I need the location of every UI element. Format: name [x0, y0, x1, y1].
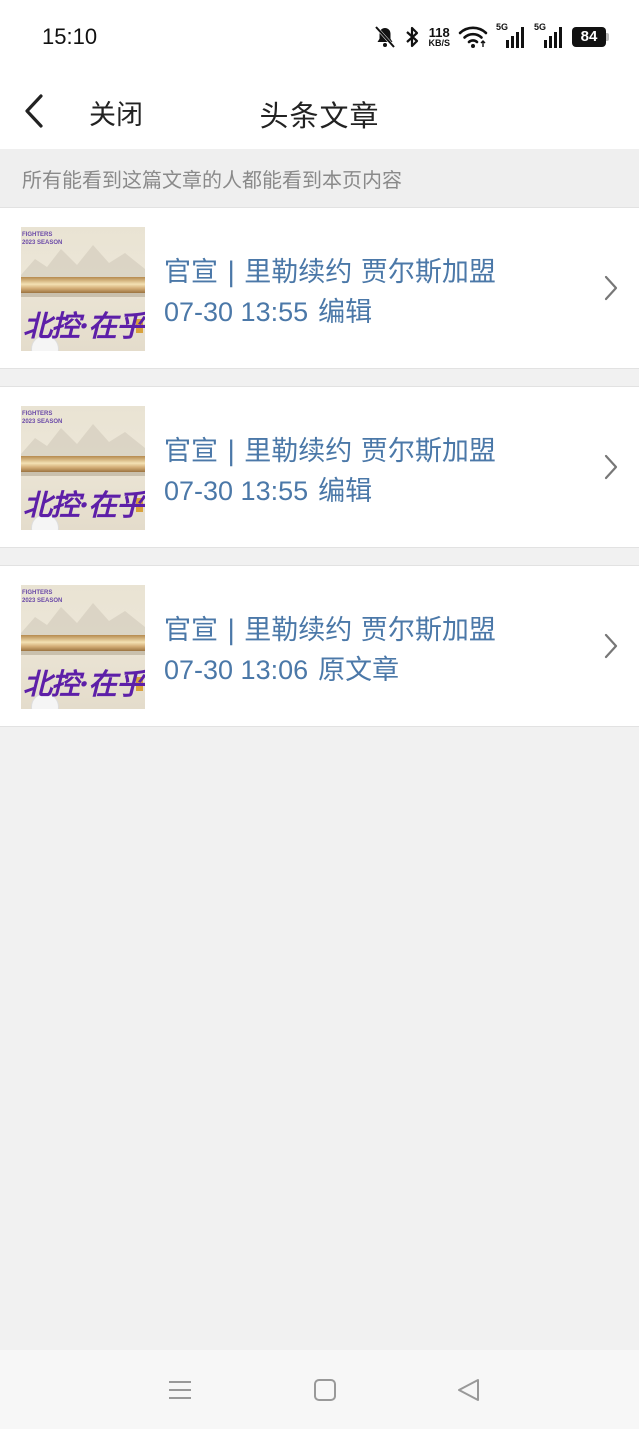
status-time: 15:10 — [42, 24, 98, 49]
signal-bars-icon — [506, 27, 524, 48]
net-speed: 118 KB/S — [428, 26, 450, 48]
battery-level: 84 — [572, 27, 606, 47]
menu-icon[interactable] — [165, 1375, 195, 1405]
status-bar: 15:10 118 KB/S 5G 5G 84 — [0, 0, 639, 74]
article-meta: 07-30 13:55 编辑 — [164, 290, 372, 329]
visibility-notice: 所有能看到这篇文章的人都能看到本页内容 — [0, 149, 639, 207]
scroll-graphic-shadow — [21, 472, 145, 476]
battery-cap — [606, 33, 609, 41]
article-meta: 07-30 13:06 原文章 — [164, 648, 399, 687]
scroll-graphic — [21, 277, 145, 293]
thumb-small-line: 2023 SEASON — [22, 240, 63, 246]
thumb-small-line: 2023 SEASON — [22, 419, 63, 425]
article-item[interactable]: FIGHTERS 2023 SEASON 北控·在乎 官宣 | 里勒续约 贾尔斯… — [0, 565, 639, 727]
article-time: 07-30 13:55 — [164, 297, 309, 327]
article-meta: 07-30 13:55 编辑 — [164, 469, 372, 508]
system-nav-bar — [0, 1350, 639, 1429]
chevron-right-icon — [604, 633, 618, 659]
thumb-small-line: FIGHTERS — [22, 590, 53, 596]
page-title: 头条文章 — [259, 99, 380, 133]
status-icons: 118 KB/S 5G 5G 84 — [374, 22, 609, 52]
thumb-brand-text: 北控·在乎 — [23, 667, 145, 701]
article-tag: 编辑 — [318, 476, 373, 507]
wifi-icon — [458, 26, 488, 48]
article-thumbnail: FIGHTERS 2023 SEASON 北控·在乎 — [21, 585, 145, 709]
scroll-graphic-shadow — [21, 293, 145, 297]
signal-5g-1: 5G — [496, 22, 526, 50]
scroll-graphic — [21, 635, 145, 651]
triangle-back-icon[interactable] — [454, 1375, 484, 1405]
thumb-small-text: FIGHTERS 2023 SEASON — [22, 231, 62, 247]
article-thumbnail: FIGHTERS 2023 SEASON 北控·在乎 — [21, 227, 145, 351]
bell-muted-icon — [375, 25, 396, 49]
article-item[interactable]: FIGHTERS 2023 SEASON 北控·在乎 官宣 | 里勒续约 贾尔斯… — [0, 207, 639, 369]
battery-indicator: 84 — [572, 27, 609, 47]
signal-bars-icon — [544, 27, 562, 48]
bluetooth-icon — [406, 26, 419, 48]
article-time: 07-30 13:06 — [164, 655, 309, 685]
thumb-small-line: 2023 SEASON — [22, 598, 63, 604]
article-title: 官宣 | 里勒续约 贾尔斯加盟 — [164, 436, 496, 467]
chevron-right-icon — [604, 454, 618, 480]
scroll-graphic — [21, 456, 145, 472]
thumb-small-text: FIGHTERS 2023 SEASON — [22, 589, 62, 605]
chevron-right-icon — [604, 275, 618, 301]
thumb-small-line: FIGHTERS — [22, 411, 53, 417]
scroll-graphic-shadow — [21, 651, 145, 655]
article-thumbnail: FIGHTERS 2023 SEASON 北控·在乎 — [21, 406, 145, 530]
article-item[interactable]: FIGHTERS 2023 SEASON 北控·在乎 官宣 | 里勒续约 贾尔斯… — [0, 386, 639, 548]
thumb-brand-text: 北控·在乎 — [23, 488, 145, 522]
article-time: 07-30 13:55 — [164, 476, 309, 506]
article-tag: 编辑 — [318, 297, 373, 328]
thumb-small-text: FIGHTERS 2023 SEASON — [22, 410, 62, 426]
thumb-brand-text: 北控·在乎 — [23, 309, 145, 343]
thumb-small-line: FIGHTERS — [22, 232, 53, 238]
net-speed-unit: KB/S — [428, 38, 450, 48]
article-list: FIGHTERS 2023 SEASON 北控·在乎 官宣 | 里勒续约 贾尔斯… — [0, 207, 639, 727]
signal-5g-2: 5G — [534, 22, 564, 50]
article-tag: 原文章 — [318, 655, 400, 686]
article-title: 官宣 | 里勒续约 贾尔斯加盟 — [164, 615, 496, 646]
article-title: 官宣 | 里勒续约 贾尔斯加盟 — [164, 257, 496, 288]
header: 关闭 头条文章 — [0, 74, 639, 149]
square-home-icon[interactable] — [310, 1375, 340, 1405]
